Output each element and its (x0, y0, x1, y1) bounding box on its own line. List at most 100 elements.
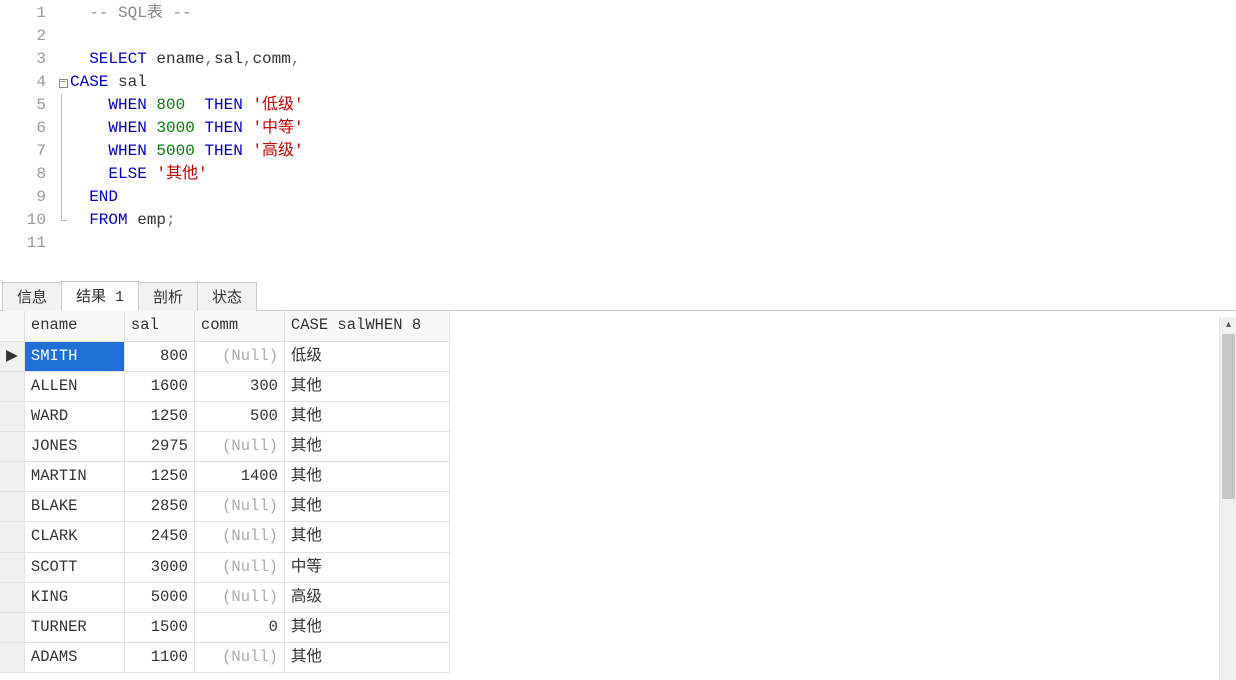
code-content[interactable]: WHEN 5000 THEN '高级' (70, 140, 304, 163)
code-line[interactable]: 11 (0, 232, 1236, 255)
column-header[interactable]: ename (24, 311, 124, 341)
table-row[interactable]: JONES2975(Null)其他 (0, 432, 449, 462)
cell-sal[interactable]: 1250 (124, 462, 194, 492)
code-line[interactable]: 2 (0, 25, 1236, 48)
cell-case[interactable]: 其他 (284, 371, 449, 401)
table-row[interactable]: KING5000(Null)高级 (0, 582, 449, 612)
fold-line-icon (61, 117, 62, 140)
fold-gutter (56, 94, 70, 117)
cell-case[interactable]: 其他 (284, 492, 449, 522)
cell-ename[interactable]: CLARK (24, 522, 124, 552)
table-row[interactable]: ▶SMITH800(Null)低级 (0, 341, 449, 371)
row-marker: ▶ (0, 341, 24, 371)
cell-comm[interactable]: 300 (194, 371, 284, 401)
cell-case[interactable]: 其他 (284, 432, 449, 462)
tab-1[interactable]: 结果 1 (61, 281, 139, 311)
tab-0[interactable]: 信息 (2, 282, 62, 311)
code-line[interactable]: 10 FROM emp; (0, 209, 1236, 232)
cell-comm[interactable]: 500 (194, 401, 284, 431)
cell-sal[interactable]: 2850 (124, 492, 194, 522)
code-line[interactable]: 3 SELECT ename,sal,comm, (0, 48, 1236, 71)
table-row[interactable]: ALLEN1600300其他 (0, 371, 449, 401)
column-header[interactable]: CASE salWHEN 8 (284, 311, 449, 341)
cell-case[interactable]: 低级 (284, 341, 449, 371)
sql-editor[interactable]: 1 -- SQL表 --23 SELECT ename,sal,comm,4−C… (0, 0, 1236, 255)
fold-toggle-icon[interactable]: − (59, 79, 68, 88)
cell-case[interactable]: 中等 (284, 552, 449, 582)
cell-sal[interactable]: 1100 (124, 642, 194, 672)
cell-sal[interactable]: 2450 (124, 522, 194, 552)
code-content[interactable]: SELECT ename,sal,comm, (70, 48, 300, 71)
code-line[interactable]: 8 ELSE '其他' (0, 163, 1236, 186)
cell-comm[interactable]: (Null) (194, 552, 284, 582)
cell-comm[interactable]: (Null) (194, 432, 284, 462)
cell-sal[interactable]: 3000 (124, 552, 194, 582)
cell-sal[interactable]: 5000 (124, 582, 194, 612)
vertical-scrollbar[interactable]: ▴ (1219, 317, 1236, 680)
code-content[interactable]: WHEN 3000 THEN '中等' (70, 117, 304, 140)
cell-case[interactable]: 其他 (284, 401, 449, 431)
table-row[interactable]: BLAKE2850(Null)其他 (0, 492, 449, 522)
fold-line-icon (61, 140, 62, 163)
cell-case[interactable]: 其他 (284, 462, 449, 492)
cell-comm[interactable]: (Null) (194, 582, 284, 612)
cell-case[interactable]: 其他 (284, 612, 449, 642)
cell-ename[interactable]: ADAMS (24, 642, 124, 672)
row-marker (0, 642, 24, 672)
cell-comm[interactable]: (Null) (194, 522, 284, 552)
table-row[interactable]: MARTIN12501400其他 (0, 462, 449, 492)
cell-case[interactable]: 其他 (284, 642, 449, 672)
code-line[interactable]: 7 WHEN 5000 THEN '高级' (0, 140, 1236, 163)
cell-ename[interactable]: ALLEN (24, 371, 124, 401)
row-marker-header (0, 311, 24, 341)
code-content[interactable]: -- SQL表 -- (70, 2, 192, 25)
cell-comm[interactable]: (Null) (194, 492, 284, 522)
table-row[interactable]: CLARK2450(Null)其他 (0, 522, 449, 552)
line-number: 5 (0, 94, 56, 117)
code-content[interactable]: END (70, 186, 118, 209)
row-marker (0, 401, 24, 431)
cell-comm[interactable]: (Null) (194, 341, 284, 371)
code-line[interactable]: 1 -- SQL表 -- (0, 2, 1236, 25)
code-content[interactable]: FROM emp; (70, 209, 176, 232)
line-number: 9 (0, 186, 56, 209)
cell-ename[interactable]: KING (24, 582, 124, 612)
fold-gutter[interactable]: − (56, 71, 70, 94)
cell-ename[interactable]: BLAKE (24, 492, 124, 522)
cell-sal[interactable]: 1250 (124, 401, 194, 431)
fold-gutter (56, 25, 70, 48)
column-header[interactable]: comm (194, 311, 284, 341)
cell-ename[interactable]: SMITH (24, 341, 124, 371)
cell-ename[interactable]: MARTIN (24, 462, 124, 492)
cell-ename[interactable]: SCOTT (24, 552, 124, 582)
cell-case[interactable]: 其他 (284, 522, 449, 552)
code-line[interactable]: 4−CASE sal (0, 71, 1236, 94)
code-line[interactable]: 9 END (0, 186, 1236, 209)
cell-ename[interactable]: JONES (24, 432, 124, 462)
column-header[interactable]: sal (124, 311, 194, 341)
scroll-thumb[interactable] (1222, 334, 1235, 499)
cell-comm[interactable]: 1400 (194, 462, 284, 492)
table-row[interactable]: TURNER15000其他 (0, 612, 449, 642)
cell-sal[interactable]: 1500 (124, 612, 194, 642)
cell-sal[interactable]: 800 (124, 341, 194, 371)
table-row[interactable]: WARD1250500其他 (0, 401, 449, 431)
cell-sal[interactable]: 2975 (124, 432, 194, 462)
cell-ename[interactable]: WARD (24, 401, 124, 431)
code-content[interactable]: CASE sal (70, 71, 147, 94)
cell-comm[interactable]: (Null) (194, 642, 284, 672)
scroll-up-button[interactable]: ▴ (1220, 317, 1236, 334)
code-content[interactable]: ELSE '其他' (70, 163, 208, 186)
tab-2[interactable]: 剖析 (138, 282, 198, 311)
results-table[interactable]: enamesalcommCASE salWHEN 8▶SMITH800(Null… (0, 311, 450, 673)
cell-ename[interactable]: TURNER (24, 612, 124, 642)
code-line[interactable]: 5 WHEN 800 THEN '低级' (0, 94, 1236, 117)
table-row[interactable]: SCOTT3000(Null)中等 (0, 552, 449, 582)
cell-case[interactable]: 高级 (284, 582, 449, 612)
table-row[interactable]: ADAMS1100(Null)其他 (0, 642, 449, 672)
tab-3[interactable]: 状态 (197, 282, 257, 311)
cell-sal[interactable]: 1600 (124, 371, 194, 401)
cell-comm[interactable]: 0 (194, 612, 284, 642)
code-line[interactable]: 6 WHEN 3000 THEN '中等' (0, 117, 1236, 140)
code-content[interactable]: WHEN 800 THEN '低级' (70, 94, 304, 117)
